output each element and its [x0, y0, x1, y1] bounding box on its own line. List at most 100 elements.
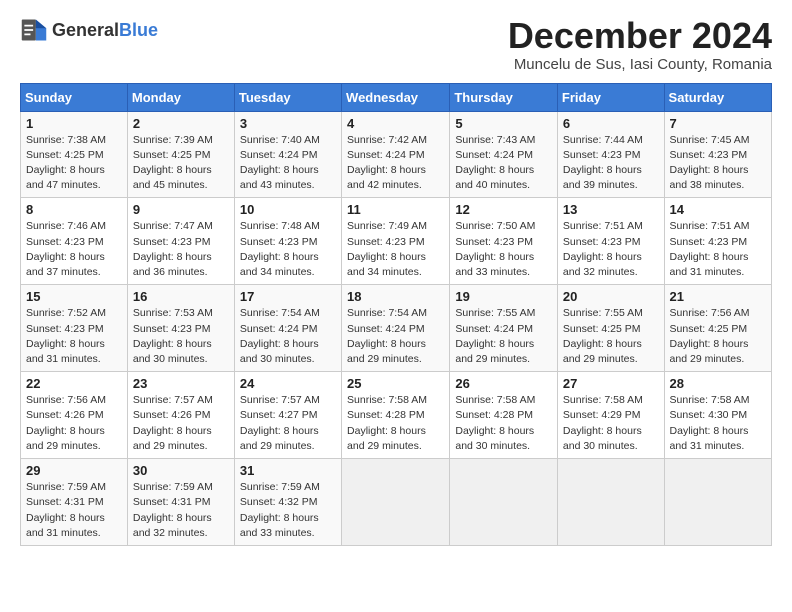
day-number: 18 [347, 289, 444, 304]
day-cell: 18 Sunrise: 7:54 AMSunset: 4:24 PMDayligh… [342, 285, 450, 372]
day-detail: Sunrise: 7:50 AMSunset: 4:23 PMDaylight:… [455, 219, 552, 280]
day-number: 2 [133, 116, 229, 131]
day-detail: Sunrise: 7:40 AMSunset: 4:24 PMDaylight:… [240, 133, 336, 194]
day-number: 26 [455, 376, 552, 391]
day-number: 28 [670, 376, 766, 391]
day-cell: 16 Sunrise: 7:53 AMSunset: 4:23 PMDayligh… [127, 285, 234, 372]
day-detail: Sunrise: 7:55 AMSunset: 4:25 PMDaylight:… [563, 306, 659, 367]
day-cell: 21Sunrise: 7:56 AMSunset: 4:25 PMDayligh… [664, 285, 771, 372]
day-cell: 27 Sunrise: 7:58 AMSunset: 4:29 PMDayligh… [557, 372, 664, 459]
day-detail: Sunrise: 7:54 AMSunset: 4:24 PMDaylight:… [347, 306, 444, 367]
logo-blue: Blue [119, 20, 158, 40]
day-number: 6 [563, 116, 659, 131]
title-block: December 2024 Muncelu de Sus, Iasi Count… [508, 16, 772, 73]
day-cell [342, 459, 450, 546]
day-detail: Sunrise: 7:38 AMSunset: 4:25 PMDaylight:… [26, 133, 122, 194]
day-number: 5 [455, 116, 552, 131]
weekday-header-row: SundayMondayTuesdayWednesdayThursdayFrid… [21, 83, 772, 111]
day-number: 9 [133, 202, 229, 217]
day-detail: Sunrise: 7:51 AMSunset: 4:23 PMDaylight:… [670, 219, 766, 280]
day-detail: Sunrise: 7:43 AMSunset: 4:24 PMDaylight:… [455, 133, 552, 194]
day-detail: Sunrise: 7:49 AMSunset: 4:23 PMDaylight:… [347, 219, 444, 280]
weekday-header-thursday: Thursday [450, 83, 558, 111]
day-detail: Sunrise: 7:56 AMSunset: 4:25 PMDaylight:… [670, 306, 766, 367]
day-cell: 1 Sunrise: 7:38 AMSunset: 4:25 PMDaylight… [21, 111, 128, 198]
day-detail: Sunrise: 7:58 AMSunset: 4:30 PMDaylight:… [670, 393, 766, 454]
day-detail: Sunrise: 7:58 AMSunset: 4:28 PMDaylight:… [347, 393, 444, 454]
day-detail: Sunrise: 7:56 AMSunset: 4:26 PMDaylight:… [26, 393, 122, 454]
day-cell: 31Sunrise: 7:59 AMSunset: 4:32 PMDayligh… [234, 459, 341, 546]
day-detail: Sunrise: 7:58 AMSunset: 4:29 PMDaylight:… [563, 393, 659, 454]
day-number: 1 [26, 116, 122, 131]
day-number: 16 [133, 289, 229, 304]
day-cell: 8 Sunrise: 7:46 AMSunset: 4:23 PMDaylight… [21, 198, 128, 285]
day-detail: Sunrise: 7:47 AMSunset: 4:23 PMDaylight:… [133, 219, 229, 280]
week-row-1: 1 Sunrise: 7:38 AMSunset: 4:25 PMDaylight… [21, 111, 772, 198]
logo-general: General [52, 20, 119, 40]
day-cell: 20 Sunrise: 7:55 AMSunset: 4:25 PMDayligh… [557, 285, 664, 372]
day-detail: Sunrise: 7:39 AMSunset: 4:25 PMDaylight:… [133, 133, 229, 194]
day-detail: Sunrise: 7:59 AMSunset: 4:32 PMDaylight:… [240, 480, 336, 541]
day-cell [557, 459, 664, 546]
page-header: GeneralBlue December 2024 Muncelu de Sus… [20, 16, 772, 73]
day-cell: 5 Sunrise: 7:43 AMSunset: 4:24 PMDaylight… [450, 111, 558, 198]
day-detail: Sunrise: 7:59 AMSunset: 4:31 PMDaylight:… [133, 480, 229, 541]
day-cell: 24 Sunrise: 7:57 AMSunset: 4:27 PMDayligh… [234, 372, 341, 459]
day-number: 20 [563, 289, 659, 304]
day-cell: 3 Sunrise: 7:40 AMSunset: 4:24 PMDaylight… [234, 111, 341, 198]
day-number: 12 [455, 202, 552, 217]
day-cell: 9 Sunrise: 7:47 AMSunset: 4:23 PMDaylight… [127, 198, 234, 285]
day-cell [664, 459, 771, 546]
day-cell: 26 Sunrise: 7:58 AMSunset: 4:28 PMDayligh… [450, 372, 558, 459]
day-cell: 14Sunrise: 7:51 AMSunset: 4:23 PMDayligh… [664, 198, 771, 285]
logo-text: GeneralBlue [52, 20, 158, 41]
day-detail: Sunrise: 7:44 AMSunset: 4:23 PMDaylight:… [563, 133, 659, 194]
day-detail: Sunrise: 7:57 AMSunset: 4:27 PMDaylight:… [240, 393, 336, 454]
weekday-header-wednesday: Wednesday [342, 83, 450, 111]
day-detail: Sunrise: 7:58 AMSunset: 4:28 PMDaylight:… [455, 393, 552, 454]
day-number: 23 [133, 376, 229, 391]
day-cell: 13 Sunrise: 7:51 AMSunset: 4:23 PMDayligh… [557, 198, 664, 285]
day-detail: Sunrise: 7:57 AMSunset: 4:26 PMDaylight:… [133, 393, 229, 454]
month-title: December 2024 [508, 16, 772, 56]
day-cell: 28 Sunrise: 7:58 AMSunset: 4:30 PMDayligh… [664, 372, 771, 459]
logo: GeneralBlue [20, 16, 158, 44]
day-cell: 19 Sunrise: 7:55 AMSunset: 4:24 PMDayligh… [450, 285, 558, 372]
day-detail: Sunrise: 7:52 AMSunset: 4:23 PMDaylight:… [26, 306, 122, 367]
day-detail: Sunrise: 7:48 AMSunset: 4:23 PMDaylight:… [240, 219, 336, 280]
day-number: 27 [563, 376, 659, 391]
day-cell: 11 Sunrise: 7:49 AMSunset: 4:23 PMDayligh… [342, 198, 450, 285]
location-title: Muncelu de Sus, Iasi County, Romania [508, 56, 772, 73]
day-detail: Sunrise: 7:55 AMSunset: 4:24 PMDaylight:… [455, 306, 552, 367]
day-number: 11 [347, 202, 444, 217]
day-detail: Sunrise: 7:45 AMSunset: 4:23 PMDaylight:… [670, 133, 766, 194]
day-number: 17 [240, 289, 336, 304]
weekday-header-monday: Monday [127, 83, 234, 111]
day-detail: Sunrise: 7:51 AMSunset: 4:23 PMDaylight:… [563, 219, 659, 280]
day-cell: 22 Sunrise: 7:56 AMSunset: 4:26 PMDayligh… [21, 372, 128, 459]
day-cell [450, 459, 558, 546]
day-number: 30 [133, 463, 229, 478]
day-cell: 23 Sunrise: 7:57 AMSunset: 4:26 PMDayligh… [127, 372, 234, 459]
day-cell: 4Sunrise: 7:42 AMSunset: 4:24 PMDaylight… [342, 111, 450, 198]
day-cell: 6 Sunrise: 7:44 AMSunset: 4:23 PMDaylight… [557, 111, 664, 198]
calendar-table: SundayMondayTuesdayWednesdayThursdayFrid… [20, 83, 772, 546]
day-number: 19 [455, 289, 552, 304]
day-number: 4 [347, 116, 444, 131]
day-number: 3 [240, 116, 336, 131]
day-number: 8 [26, 202, 122, 217]
day-number: 24 [240, 376, 336, 391]
day-number: 10 [240, 202, 336, 217]
day-cell: 12 Sunrise: 7:50 AMSunset: 4:23 PMDayligh… [450, 198, 558, 285]
week-row-2: 8 Sunrise: 7:46 AMSunset: 4:23 PMDaylight… [21, 198, 772, 285]
weekday-header-saturday: Saturday [664, 83, 771, 111]
day-number: 29 [26, 463, 122, 478]
day-number: 13 [563, 202, 659, 217]
day-cell: 15Sunrise: 7:52 AMSunset: 4:23 PMDayligh… [21, 285, 128, 372]
day-cell: 25Sunrise: 7:58 AMSunset: 4:28 PMDayligh… [342, 372, 450, 459]
day-number: 22 [26, 376, 122, 391]
day-detail: Sunrise: 7:46 AMSunset: 4:23 PMDaylight:… [26, 219, 122, 280]
day-detail: Sunrise: 7:53 AMSunset: 4:23 PMDaylight:… [133, 306, 229, 367]
day-cell: 30 Sunrise: 7:59 AMSunset: 4:31 PMDayligh… [127, 459, 234, 546]
logo-icon [20, 16, 48, 44]
